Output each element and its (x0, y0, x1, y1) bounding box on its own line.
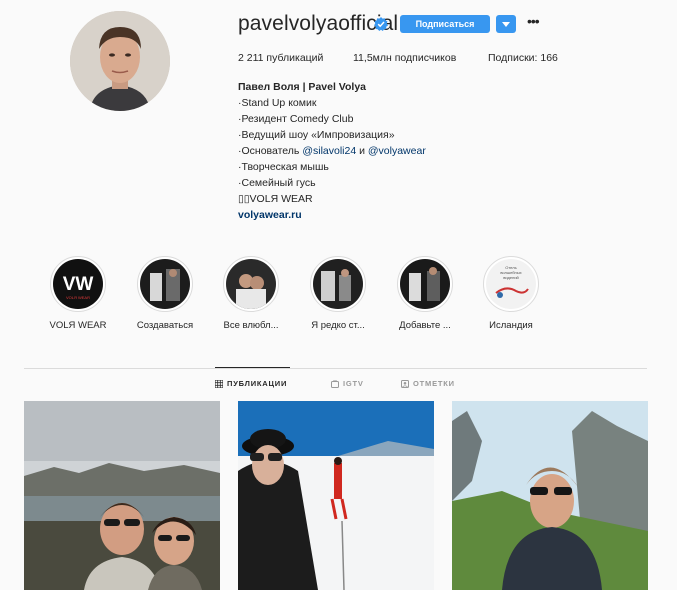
vw-logo-text: VW (63, 274, 94, 295)
tag-icon (401, 379, 409, 388)
tab-label: ОТМЕТКИ (413, 379, 455, 388)
highlight-cover: Отель волшебных видений (486, 259, 536, 309)
tab-igtv[interactable]: IGTV (331, 379, 364, 388)
tab-label: ПУБЛИКАЦИИ (227, 379, 288, 388)
bio-founder-prefix: ·Основатель (238, 145, 303, 157)
tv-icon (331, 379, 339, 388)
highlight-ring: VW VOLЯ WEAR (50, 256, 106, 312)
profile-bio: Павел Воля | Pavel Volya ·Stand Up комик… (238, 79, 498, 223)
active-tab-indicator (215, 367, 290, 368)
bio-line: ·Творческая мышь (238, 161, 329, 173)
mention-link-silavoli24[interactable]: @silavoli24 (302, 145, 356, 157)
mention-link-volyawear[interactable]: @volyawear (368, 145, 426, 157)
followers-count[interactable]: 11,5млн подписчиков (353, 52, 456, 64)
follow-button[interactable]: Подписаться (400, 15, 490, 33)
highlight-label: VOLЯ WEAR (49, 320, 107, 331)
bio-line: ▯▯VOLЯ WEAR (238, 193, 313, 205)
tab-label: IGTV (343, 379, 364, 388)
story-highlight[interactable]: Создаваться (122, 256, 208, 331)
highlight-cover: VW VOLЯ WEAR (53, 259, 103, 309)
highlight-ring: Отель волшебных видений (483, 256, 539, 312)
story-highlight[interactable]: Все влюбл... (208, 256, 294, 331)
bio-full-name: Павел Воля | Pavel Volya (238, 81, 367, 93)
verified-badge-icon (374, 17, 388, 31)
highlight-cover (226, 259, 276, 309)
highlight-cover (400, 259, 450, 309)
highlight-ring (397, 256, 453, 312)
highlight-cover (313, 259, 363, 309)
bio-line: ·Резидент Comedy Club (238, 113, 354, 125)
story-highlight[interactable]: Отель волшебных видений Исландия (468, 256, 554, 331)
story-highlight[interactable]: Добавьте ... (382, 256, 468, 331)
vw-logo-subtext: VOLЯ WEAR (66, 295, 90, 300)
tab-tagged[interactable]: ОТМЕТКИ (401, 379, 455, 388)
bio-line: ·Stand Up комик (238, 97, 317, 109)
bio-line: ·Ведущий шоу «Импровизация» (238, 129, 395, 141)
grid-icon (215, 379, 223, 388)
more-options-icon[interactable]: ••• (527, 14, 543, 31)
post-thumbnail[interactable] (24, 401, 220, 590)
bio-conjunction: и (356, 145, 368, 157)
highlight-ring (310, 256, 366, 312)
highlight-cover (140, 259, 190, 309)
highlight-ring (137, 256, 193, 312)
following-count[interactable]: Подписки: 166 (488, 52, 558, 64)
post-thumbnail[interactable] (452, 401, 648, 590)
highlight-label: Создаваться (136, 320, 194, 331)
highlight-label: Я редко ст... (311, 320, 365, 331)
bio-founder-line: ·Основатель @silavoli24 и @volyawear (238, 143, 498, 159)
highlight-ring (223, 256, 279, 312)
highlight-label: Все влюбл... (223, 320, 279, 331)
bio-website-link[interactable]: volyawear.ru (238, 207, 498, 223)
bio-line: ·Семейный гусь (238, 177, 316, 189)
tab-posts[interactable]: ПУБЛИКАЦИИ (215, 379, 287, 388)
highlight-label: Добавьте ... (399, 320, 451, 331)
tabs-divider (24, 368, 647, 369)
suggestions-dropdown-button[interactable] (496, 15, 516, 33)
post-thumbnail[interactable] (238, 401, 434, 590)
posts-count: 2 211 публикаций (238, 52, 324, 64)
story-highlight[interactable]: Я редко ст... (295, 256, 381, 331)
story-highlight[interactable]: VW VOLЯ WEAR VOLЯ WEAR (35, 256, 121, 331)
highlight-label: Исландия (489, 320, 533, 331)
profile-avatar[interactable] (70, 11, 170, 111)
